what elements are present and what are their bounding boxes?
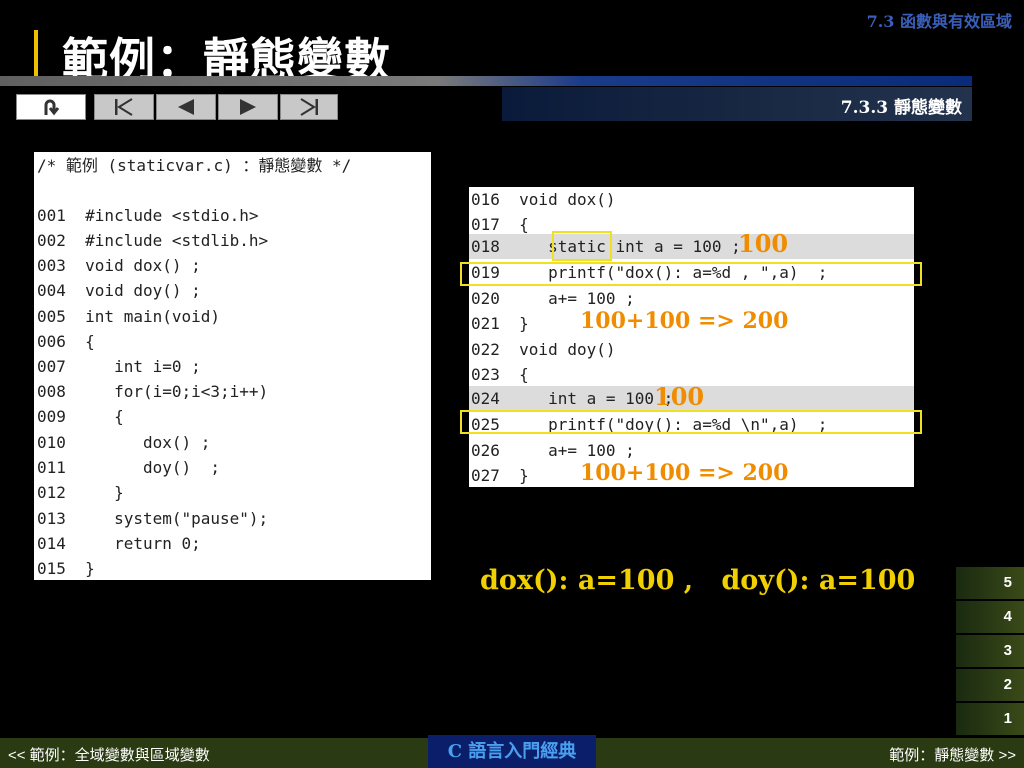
page-button-2[interactable]: 2 (956, 669, 1024, 701)
title-accent-bar (34, 30, 38, 80)
prev-icon (178, 99, 194, 115)
code-line: 014 return 0; (37, 534, 201, 553)
code-line: 016 void dox() (471, 190, 616, 209)
code-line: 022 void doy() (471, 340, 616, 359)
next-topic-link[interactable]: 範例：靜態變數 >> (889, 744, 1016, 765)
code-line: 010 dox() ; (37, 433, 211, 452)
code-line: 005 int main(void) (37, 307, 221, 326)
prev-slide-button[interactable] (156, 94, 216, 120)
page-button-4[interactable]: 4 (956, 601, 1024, 633)
prev-topic-link[interactable]: << 範例：全域變數與區域變數 (8, 744, 210, 765)
code-line: 006 { (37, 332, 95, 351)
return-icon (44, 99, 60, 116)
dox-result-annotation: 100+100 => 200 (580, 308, 789, 334)
code-line: 011 doy() ; (37, 458, 221, 477)
section-title: 7.3 函數與有效區域 (866, 12, 1012, 31)
skip-first-icon (115, 98, 133, 116)
subtitle: 7.3.3 靜態變數 (840, 98, 962, 118)
code-line: 007 int i=0 ; (37, 357, 201, 376)
page-button-1[interactable]: 1 (956, 703, 1024, 735)
function-code-listing: 016 void dox() 017 { 018 static int a = … (469, 187, 914, 487)
code-line: /* 範例 (staticvar.c) ：靜態變數 */ (37, 156, 352, 175)
subtitle-bar: 7.3.3 靜態變數 (502, 87, 972, 121)
printf-doy-highlight (460, 410, 922, 434)
main-code-listing: /* 範例 (staticvar.c) ：靜態變數 */ 001 #includ… (34, 152, 431, 580)
last-slide-button[interactable] (280, 94, 338, 120)
next-icon (240, 99, 256, 115)
code-line: 012 } (37, 483, 124, 502)
skip-last-icon (300, 98, 318, 116)
program-output: dox(): a=100 , doy(): a=100 (480, 565, 916, 596)
next-slide-button[interactable] (218, 94, 278, 120)
doy-value-annotation: 100 (654, 382, 705, 411)
first-slide-button[interactable] (94, 94, 154, 120)
page-button-5[interactable]: 5 (956, 567, 1024, 599)
code-line: 009 { (37, 407, 124, 426)
code-line: 001 #include <stdio.h> (37, 206, 259, 225)
code-line: 004 void doy() ; (37, 281, 201, 300)
doy-result-annotation: 100+100 => 200 (580, 460, 789, 486)
printf-dox-highlight (460, 262, 922, 286)
code-line: 002 #include <stdlib.h> (37, 231, 269, 250)
code-line-highlighted: 018 static int a = 100 ; (469, 234, 914, 259)
code-line: 015 } (37, 559, 95, 578)
title-rule (0, 76, 972, 86)
dox-value-annotation: 100 (738, 229, 789, 258)
return-button[interactable] (16, 94, 86, 120)
page-button-3[interactable]: 3 (956, 635, 1024, 667)
book-title: C 語言入門經典 (428, 735, 596, 768)
code-line: 003 void dox() ; (37, 256, 201, 275)
code-line: 008 for(i=0;i<3;i++) (37, 382, 269, 401)
static-keyword-highlight (552, 231, 612, 261)
code-line: 013 system("pause"); (37, 509, 269, 528)
